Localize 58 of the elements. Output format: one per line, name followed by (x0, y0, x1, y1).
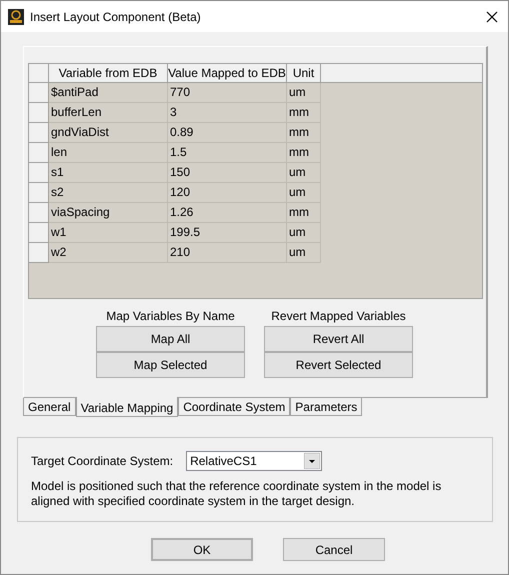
tab[interactable]: General (23, 398, 76, 416)
table-cell: viaSpacing (49, 203, 168, 223)
row-header[interactable] (29, 143, 49, 163)
dialog-button[interactable]: Cancel (283, 538, 385, 561)
group-label: Map Variables By Name (105, 309, 236, 325)
row-header[interactable] (29, 243, 49, 263)
table-cell: 3 (168, 103, 287, 123)
table-cell: 1.26 (168, 203, 287, 223)
column-header[interactable]: Variable from EDB (49, 64, 168, 83)
table-cell: s1 (49, 163, 168, 183)
table-cell: um (287, 83, 321, 103)
table-cell: bufferLen (49, 103, 168, 123)
table-cell: 150 (168, 163, 287, 183)
close-icon[interactable] (486, 10, 498, 22)
table-cell: 770 (168, 83, 287, 103)
table-cell: mm (287, 123, 321, 143)
dialog-button[interactable]: Map Selected (96, 352, 245, 378)
table-cell: w2 (49, 243, 168, 263)
column-header[interactable]: Value Mapped to EDB (168, 64, 287, 83)
tab[interactable]: Variable Mapping (76, 397, 178, 417)
row-header[interactable] (29, 103, 49, 123)
table-cell: w1 (49, 223, 168, 243)
tab[interactable]: Parameters (290, 398, 362, 416)
table-cell: mm (287, 103, 321, 123)
row-header[interactable] (29, 163, 49, 183)
table-cell: 0.89 (168, 123, 287, 143)
table-cell: um (287, 163, 321, 183)
field-label: Target Coordinate System: (31, 453, 174, 470)
window-title: Insert Layout Component (Beta) (30, 8, 202, 26)
dialog-button[interactable]: Map All (96, 326, 245, 352)
dialog-button[interactable]: OK (151, 538, 253, 561)
row-header[interactable] (29, 203, 49, 223)
row-header[interactable] (29, 223, 49, 243)
description-text: Model is positioned such that the reference coordinate system in the model is aligned with specified coordinate system in the target design. (31, 479, 442, 509)
table-cell: 1.5 (168, 143, 287, 163)
table-cell: gndViaDist (49, 123, 168, 143)
table-cell: mm (287, 143, 321, 163)
table-cell: 199.5 (168, 223, 287, 243)
table-cell: s2 (49, 183, 168, 203)
table-cell: um (287, 183, 321, 203)
dropdown-arrow-icon (304, 453, 320, 469)
app-logo-icon (8, 8, 24, 24)
dialog-button[interactable]: Revert Selected (264, 352, 413, 378)
table-cell: um (287, 243, 321, 263)
coordinate-dropdown[interactable]: RelativeCS1 (186, 451, 322, 471)
column-header[interactable]: Unit (287, 64, 321, 83)
table-cell: um (287, 223, 321, 243)
row-header[interactable] (29, 123, 49, 143)
table-cell: $antiPad (49, 83, 168, 103)
row-header[interactable] (29, 83, 49, 103)
dialog-button[interactable]: Revert All (264, 326, 413, 352)
group-label: Revert Mapped Variables (270, 309, 407, 325)
tab[interactable]: Coordinate System (178, 398, 290, 416)
table-cell: 120 (168, 183, 287, 203)
table-cell: mm (287, 203, 321, 223)
table-cell: len (49, 143, 168, 163)
row-header[interactable] (29, 183, 49, 203)
table-cell: 210 (168, 243, 287, 263)
